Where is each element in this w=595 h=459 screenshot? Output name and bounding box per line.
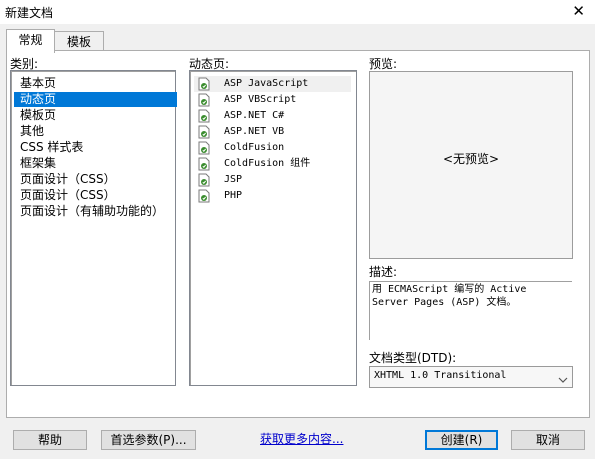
preferences-button[interactable]: 首选参数(P)...: [101, 430, 196, 450]
close-icon[interactable]: ✕: [572, 2, 585, 20]
title-bar: 新建文档 ✕: [0, 0, 595, 24]
cancel-button[interactable]: 取消: [511, 430, 585, 450]
list-item[interactable]: 动态页: [14, 92, 177, 107]
list-item-label: ASP JavaScript: [224, 78, 309, 89]
list-item[interactable]: ColdFusion: [194, 140, 351, 156]
dynamic-page-icon: [198, 189, 210, 203]
more-content-link[interactable]: 获取更多内容...: [260, 430, 343, 447]
dynamic-page-icon: [198, 141, 210, 155]
list-item[interactable]: 页面设计（CSS）: [14, 172, 177, 187]
list-item[interactable]: ColdFusion 组件: [194, 156, 351, 172]
category-list[interactable]: 基本页 动态页 模板页 其他 CSS 样式表 框架集 页面设计（CSS） 页面设…: [10, 70, 177, 386]
dynamic-page-icon: [198, 157, 210, 171]
preview-label: 预览:: [369, 57, 398, 71]
chevron-down-icon: [558, 373, 568, 387]
doctype-label: 文档类型(DTD):: [369, 351, 457, 365]
dynamic-page-icon: [198, 93, 210, 107]
list-item[interactable]: ASP VBScript: [194, 92, 351, 108]
list-item[interactable]: ASP.NET VB: [194, 124, 351, 140]
description-text: 用 ECMAScript 编写的 Active Server Pages (AS…: [372, 284, 527, 308]
window-title: 新建文档: [5, 6, 54, 20]
dynamic-page-icon: [198, 77, 210, 91]
create-button[interactable]: 创建(R): [425, 430, 498, 450]
dynamic-page-icon: [198, 125, 210, 139]
description-label: 描述:: [369, 265, 398, 279]
list-item[interactable]: 基本页: [14, 76, 177, 91]
list-item-label: ColdFusion 组件: [224, 158, 311, 169]
list-item[interactable]: ASP.NET C#: [194, 108, 351, 124]
list-item[interactable]: ASP JavaScript: [194, 76, 351, 92]
help-button[interactable]: 帮助: [13, 430, 87, 450]
preview-box: <无预览>: [369, 71, 573, 259]
list-item[interactable]: 页面设计（CSS）: [14, 188, 177, 203]
list-item[interactable]: JSP: [194, 172, 351, 188]
tab-general[interactable]: 常规: [6, 29, 55, 53]
doctype-value: XHTML 1.0 Transitional: [374, 370, 507, 381]
list-item[interactable]: 其他: [14, 124, 177, 139]
dynamic-page-icon: [198, 109, 210, 123]
list-item-label: ASP.NET C#: [224, 110, 285, 121]
list-item[interactable]: 模板页: [14, 108, 177, 123]
list-item-label: PHP: [224, 190, 243, 201]
list-item[interactable]: 页面设计（有辅助功能的）: [14, 204, 177, 219]
list-item[interactable]: 框架集: [14, 156, 177, 171]
list-item-label: ASP.NET VB: [224, 126, 285, 137]
list-item[interactable]: CSS 样式表: [14, 140, 177, 155]
dynamic-pages-list[interactable]: ASP JavaScript ASP VBScript ASP.NET C# ASP.…: [189, 70, 357, 386]
description-box: 用 ECMAScript 编写的 Active Server Pages (AS…: [369, 281, 572, 340]
list-item-label: ASP VBScript: [224, 94, 297, 105]
preview-placeholder: <无预览>: [442, 152, 500, 166]
dynamic-page-icon: [198, 173, 210, 187]
list-item[interactable]: PHP: [194, 188, 351, 204]
doctype-select[interactable]: XHTML 1.0 Transitional: [369, 366, 573, 388]
list-item-label: ColdFusion: [224, 142, 285, 153]
list-item-label: JSP: [224, 174, 243, 185]
